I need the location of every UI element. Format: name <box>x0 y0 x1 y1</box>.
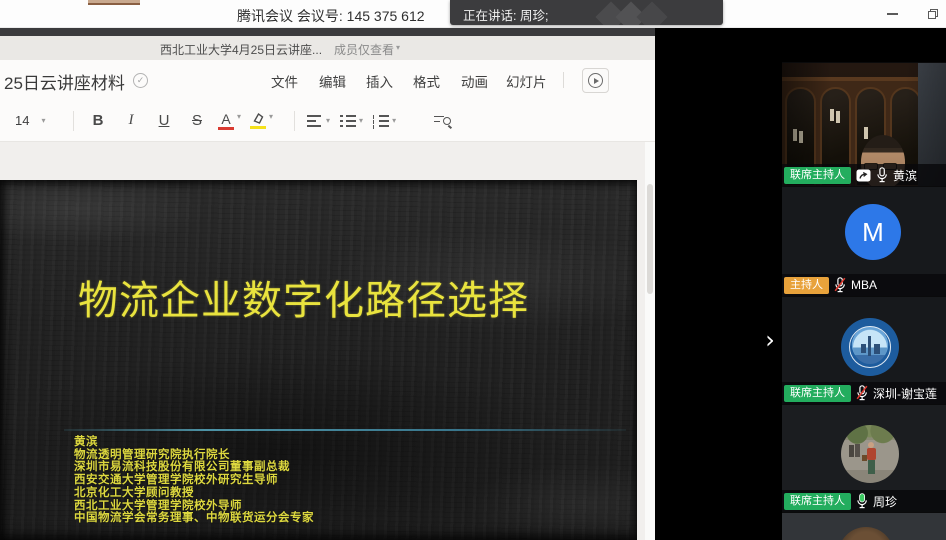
meeting-title: 腾讯会议 会议号: 145 375 612 <box>237 6 425 26</box>
credential-line: 北京化工大学顾问教授 <box>74 487 314 500</box>
participant-name: 深圳-谢宝莲 <box>873 385 937 402</box>
doc-canvas: 物流企业数字化路径选择 黄滨 物流透明管理研究院执行院长 深圳市易流科技股份有限… <box>0 142 655 540</box>
bold-button[interactable]: B <box>86 112 110 129</box>
avatar: M <box>845 204 901 260</box>
screen-share-icon <box>856 169 871 182</box>
doc-title: 25日云讲座材料 <box>4 69 125 94</box>
numbered-list-icon <box>373 114 389 127</box>
underline-button[interactable]: U <box>152 112 176 129</box>
shared-doc-window: 西北工业大学4月25日云讲座... 成员仅查看 ▾ 25日云讲座材料 ✓ 文件 … <box>0 28 655 540</box>
window-controls <box>887 0 938 28</box>
highlighter-icon <box>250 112 266 129</box>
participant-label-bar: 主持人 MBA <box>782 274 946 296</box>
numbered-list-button[interactable]: ▾ <box>373 114 396 127</box>
chevron-down-icon: ▾ <box>237 112 241 121</box>
align-button[interactable]: ▾ <box>307 114 330 127</box>
cohost-badge: 联席主持人 <box>784 385 851 402</box>
cohost-badge: 联席主持人 <box>784 493 851 510</box>
participant-label-bar: 联席主持人 周珍 <box>782 490 946 512</box>
find-in-outline-button[interactable] <box>434 114 452 128</box>
participant-label-bar: 联席主持人 黄滨 <box>782 164 946 186</box>
clipped-thumbnail <box>88 0 140 5</box>
menu-format[interactable]: 格式 <box>413 71 440 91</box>
search-icon <box>443 117 451 125</box>
participant-tile-mba[interactable]: M 主持人 MBA <box>782 186 946 296</box>
mic-on-icon <box>876 167 888 183</box>
menu-edit[interactable]: 编辑 <box>319 71 346 91</box>
mic-speaking-icon <box>856 493 868 509</box>
slide-title: 物流企业数字化路径选择 <box>78 268 529 326</box>
doc-header: 25日云讲座材料 ✓ 文件 编辑 插入 格式 动画 幻灯片 <box>0 60 655 100</box>
meeting-logo-icon <box>636 1 667 25</box>
credential-line: 深圳市易流科技股份有限公司董事副总裁 <box>74 461 314 474</box>
menu-insert[interactable]: 插入 <box>366 71 393 91</box>
chevron-down-icon: ▾ <box>392 116 396 125</box>
photo-avatar <box>841 425 899 483</box>
font-size-selector[interactable]: 14 ▾ <box>15 113 61 128</box>
highlight-color-button[interactable]: ▾ <box>250 112 273 129</box>
italic-button[interactable]: I <box>119 112 143 129</box>
credential-line: 黄滨 <box>74 436 314 449</box>
strikethrough-button[interactable]: S <box>185 112 209 129</box>
menu-slides[interactable]: 幻灯片 <box>506 71 547 91</box>
meeting-titlebar: 腾讯会议 会议号: 145 375 612 正在讲话: 周珍; <box>0 0 946 28</box>
university-logo-avatar <box>841 318 899 376</box>
mic-muted-icon <box>834 277 846 293</box>
chevron-down-icon: ▾ <box>326 116 330 125</box>
participant-tile-xiebaolian[interactable]: 联席主持人 深圳-谢宝莲 <box>782 296 946 404</box>
doc-tab-bar: 西北工业大学4月25日云讲座... 成员仅查看 ▾ <box>0 36 655 60</box>
sidebar-collapse-chevron[interactable]: › <box>757 326 783 356</box>
host-badge: 主持人 <box>784 277 829 294</box>
slide-divider-line <box>64 429 626 431</box>
avatar <box>838 527 894 540</box>
present-button[interactable] <box>582 68 609 93</box>
participant-tile-partial[interactable] <box>782 512 946 540</box>
divider <box>73 111 74 131</box>
participant-sidebar: 联席主持人 黄滨 M 主持人 <box>782 28 946 540</box>
participant-tile-video[interactable]: 联席主持人 黄滨 <box>782 62 946 186</box>
divider <box>294 111 295 131</box>
play-icon <box>588 73 603 88</box>
participant-tile-zhouzhen[interactable]: 联席主持人 周珍 <box>782 404 946 512</box>
speaking-indicator-text: 正在讲话: 周珍; <box>463 5 548 24</box>
participant-name: MBA <box>851 278 877 292</box>
chevron-down-icon: ▾ <box>396 43 400 52</box>
participant-name: 黄滨 <box>893 167 917 184</box>
menu-file[interactable]: 文件 <box>271 71 298 91</box>
doc-tab[interactable]: 西北工业大学4月25日云讲座... <box>160 41 322 58</box>
menu-animation[interactable]: 动画 <box>461 71 488 91</box>
align-icon <box>307 114 323 127</box>
doc-window-top-edge <box>0 28 655 36</box>
mic-muted-icon <box>856 385 868 401</box>
divider <box>563 72 564 88</box>
chevron-down-icon: ▾ <box>41 116 45 125</box>
cohost-badge: 联席主持人 <box>784 167 851 184</box>
credential-line: 中国物流学会常务理事、中物联货运分会专家 <box>74 512 314 525</box>
credential-line: 西安交通大学管理学院校外研究生导师 <box>74 474 314 487</box>
vertical-scrollbar[interactable] <box>645 142 655 540</box>
app-window: 腾讯会议 会议号: 145 375 612 正在讲话: 周珍; 西北工业大学4月… <box>0 0 946 540</box>
scrollbar-thumb[interactable] <box>647 184 653 294</box>
saved-check-icon: ✓ <box>133 73 148 88</box>
font-color-button[interactable]: A ▾ <box>218 112 241 130</box>
speaking-indicator-toast: 正在讲话: 周珍; <box>450 0 723 25</box>
speaker-credentials: 黄滨 物流透明管理研究院执行院长 深圳市易流科技股份有限公司董事副总裁 西安交通… <box>74 436 314 525</box>
credential-line: 物流透明管理研究院执行院长 <box>74 449 314 462</box>
participant-name: 周珍 <box>873 493 897 510</box>
font-color-icon: A <box>218 112 234 130</box>
participant-label-bar: 联席主持人 深圳-谢宝莲 <box>782 382 946 404</box>
format-toolbar: 14 ▾ B I U S A ▾ ▾ ▾ <box>0 100 655 142</box>
credential-line: 西北工业大学管理学院校外导师 <box>74 500 314 513</box>
restore-icon[interactable] <box>928 9 938 19</box>
slide-blackboard[interactable]: 物流企业数字化路径选择 黄滨 物流透明管理研究院执行院长 深圳市易流科技股份有限… <box>0 180 637 540</box>
chevron-down-icon: ▾ <box>359 116 363 125</box>
chevron-down-icon: ▾ <box>269 112 273 121</box>
view-mode-selector[interactable]: 成员仅查看 <box>334 41 394 58</box>
minimize-icon[interactable] <box>887 13 898 15</box>
font-size-value: 14 <box>15 113 29 128</box>
bullet-list-button[interactable]: ▾ <box>340 114 363 127</box>
bullet-list-icon <box>340 114 356 127</box>
